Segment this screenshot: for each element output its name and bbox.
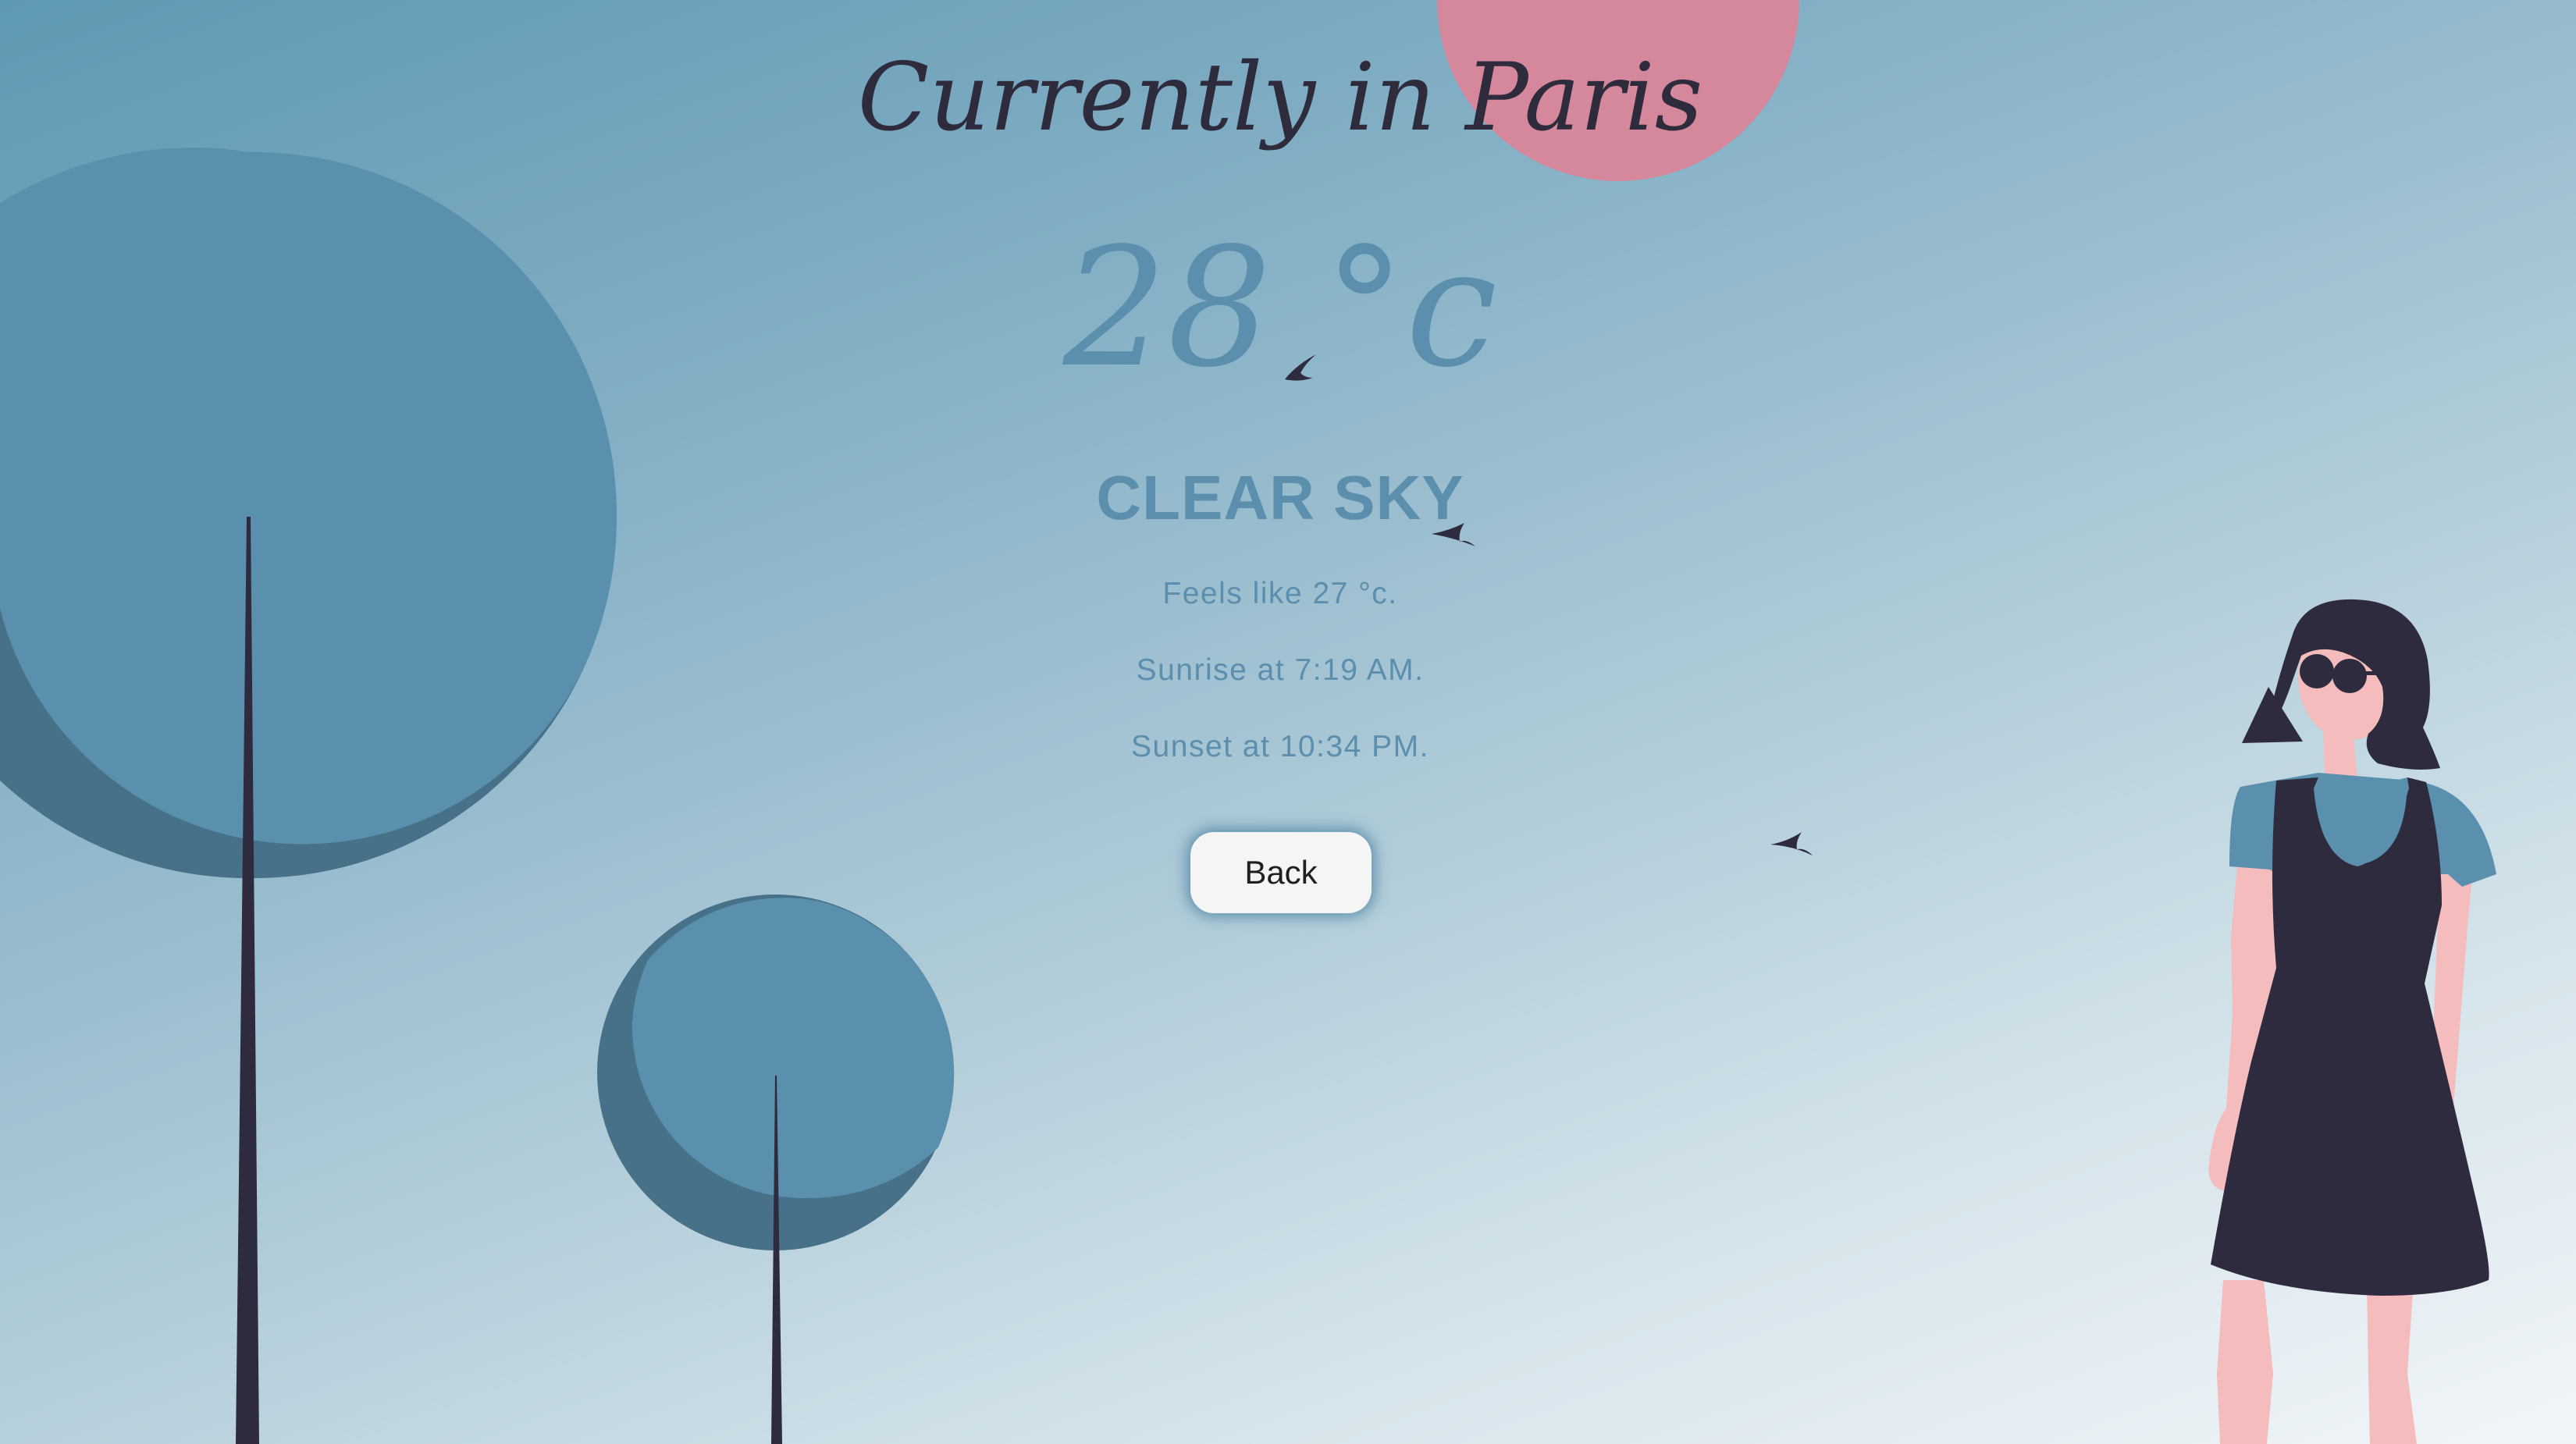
bird-icon: [1770, 832, 1813, 855]
feels-like-text: Feels like 27 °c.: [1162, 577, 1398, 610]
large-tree-icon: [0, 148, 617, 1444]
weather-panel: Currently in Paris 28 °c CLEAR SKY Feels…: [820, 0, 1741, 1444]
sunset-text: Sunset at 10:34 PM.: [1131, 730, 1429, 763]
temperature-value: 28 °c: [1062, 212, 1498, 404]
weather-description: CLEAR SKY: [1096, 463, 1464, 532]
sunrise-text: Sunrise at 7:19 AM.: [1136, 653, 1425, 687]
back-button[interactable]: Back: [1190, 832, 1372, 913]
page-title: Currently in Paris: [857, 44, 1703, 152]
woman-illustration: [2208, 599, 2496, 1444]
